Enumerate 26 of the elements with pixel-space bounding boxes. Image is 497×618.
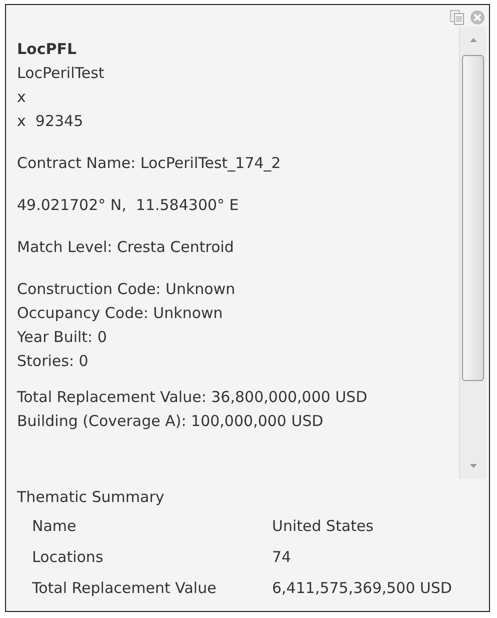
scroll-up-icon[interactable]	[470, 38, 476, 42]
summary-label: Locations	[32, 547, 104, 568]
summary-value: 74	[272, 547, 292, 568]
attribute-text: 49.021702° N, 11.584300° E	[17, 195, 240, 216]
attribute-text: Construction Code: Unknown	[17, 279, 236, 300]
attribute-text: Stories: 0	[17, 351, 90, 372]
summary-label: Total Replacement Value	[32, 578, 218, 599]
scroll-down-icon[interactable]	[470, 464, 476, 468]
summary-value: 6,411,575,369,500 USD	[272, 578, 453, 599]
scroll-thumb[interactable]	[462, 55, 484, 381]
attribute-text: Year Built: 0	[17, 327, 108, 348]
attribute-text: Building (Coverage A): 100,000,000 USD	[17, 411, 324, 432]
copy-icon[interactable]	[450, 10, 464, 25]
location-title: LocPFL	[17, 39, 78, 60]
location-detail: x	[17, 87, 27, 108]
location-detail: LocPerilTest	[17, 63, 106, 84]
attribute-text: Occupancy Code: Unknown	[17, 303, 224, 324]
attribute-text: Total Replacement Value: 36,800,000,000 USD	[17, 387, 368, 408]
attribute-text: Contract Name: LocPerilTest_174_2	[17, 153, 282, 174]
summary-label: Name	[32, 516, 78, 537]
attribute-text: Match Level: Cresta Centroid	[17, 237, 235, 258]
summary-title: Thematic Summary	[17, 487, 166, 508]
location-detail: x 92345	[17, 111, 84, 132]
scrollbar[interactable]	[459, 27, 486, 479]
summary-value: United States	[272, 516, 375, 537]
close-icon[interactable]	[470, 10, 485, 25]
